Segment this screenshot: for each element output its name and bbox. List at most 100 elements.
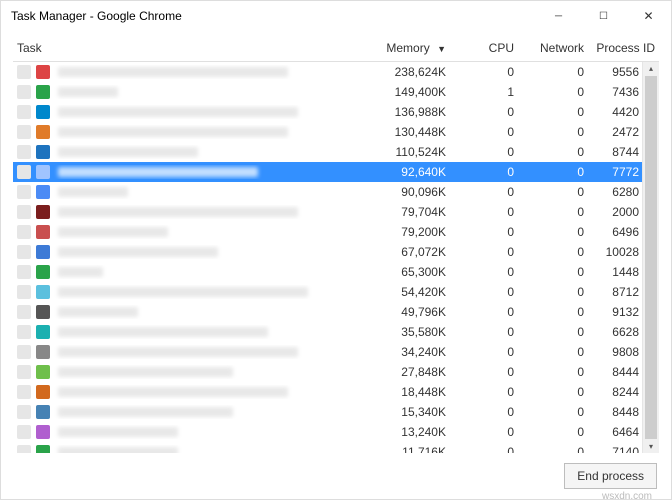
task-name xyxy=(58,207,298,217)
table-row[interactable]: 65,300K001448 xyxy=(13,262,659,282)
mem-value: 79,704K xyxy=(364,205,454,219)
task-name xyxy=(58,307,138,317)
table-row[interactable]: 13,240K006464 xyxy=(13,422,659,442)
cpu-value: 0 xyxy=(454,165,514,179)
task-name xyxy=(58,167,258,177)
table-row[interactable]: 67,072K0010028 xyxy=(13,242,659,262)
favicon xyxy=(36,205,50,219)
favicon xyxy=(36,225,50,239)
cpu-value: 0 xyxy=(454,365,514,379)
net-value: 0 xyxy=(514,225,584,239)
cpu-value: 0 xyxy=(454,405,514,419)
favicon xyxy=(36,445,50,453)
table-row[interactable]: 54,420K008712 xyxy=(13,282,659,302)
page-icon xyxy=(17,85,31,99)
page-icon xyxy=(17,65,31,79)
page-icon xyxy=(17,165,31,179)
net-value: 0 xyxy=(514,245,584,259)
maximize-button[interactable]: ☐ xyxy=(581,1,626,31)
net-value: 0 xyxy=(514,65,584,79)
column-headers: Task Memory ▼ CPU Network Process ID xyxy=(13,41,659,62)
minimize-button[interactable]: ─ xyxy=(536,1,581,31)
page-icon xyxy=(17,185,31,199)
table-row[interactable]: 136,988K004420 xyxy=(13,102,659,122)
table-row[interactable]: 49,796K009132 xyxy=(13,302,659,322)
page-icon xyxy=(17,245,31,259)
task-name xyxy=(58,347,298,357)
favicon xyxy=(36,285,50,299)
header-process-id[interactable]: Process ID xyxy=(584,41,659,55)
cpu-value: 0 xyxy=(454,325,514,339)
cpu-value: 0 xyxy=(454,105,514,119)
table-row[interactable]: 18,448K008244 xyxy=(13,382,659,402)
table-row[interactable]: 11,716K007140 xyxy=(13,442,659,453)
task-name xyxy=(58,107,298,117)
table-row[interactable]: 149,400K107436 xyxy=(13,82,659,102)
scroll-up-icon[interactable]: ▴ xyxy=(649,64,653,73)
net-value: 0 xyxy=(514,365,584,379)
table-row[interactable]: 90,096K006280 xyxy=(13,182,659,202)
cpu-value: 0 xyxy=(454,145,514,159)
favicon xyxy=(36,265,50,279)
cpu-value: 0 xyxy=(454,225,514,239)
page-icon xyxy=(17,445,31,453)
task-name xyxy=(58,147,198,157)
table-row[interactable]: 79,200K006496 xyxy=(13,222,659,242)
net-value: 0 xyxy=(514,445,584,453)
task-name xyxy=(58,187,128,197)
cpu-value: 0 xyxy=(454,265,514,279)
favicon xyxy=(36,65,50,79)
scrollbar[interactable]: ▴ ▾ xyxy=(642,62,659,453)
net-value: 0 xyxy=(514,205,584,219)
mem-value: 13,240K xyxy=(364,425,454,439)
table-row[interactable]: 34,240K009808 xyxy=(13,342,659,362)
header-task[interactable]: Task xyxy=(13,41,364,55)
cpu-value: 1 xyxy=(454,85,514,99)
net-value: 0 xyxy=(514,325,584,339)
favicon xyxy=(36,245,50,259)
close-button[interactable]: ✕ xyxy=(626,1,671,31)
page-icon xyxy=(17,325,31,339)
task-name xyxy=(58,327,268,337)
favicon xyxy=(36,365,50,379)
header-memory[interactable]: Memory ▼ xyxy=(364,41,454,55)
net-value: 0 xyxy=(514,285,584,299)
task-name xyxy=(58,67,288,77)
mem-value: 54,420K xyxy=(364,285,454,299)
page-icon xyxy=(17,105,31,119)
cpu-value: 0 xyxy=(454,425,514,439)
sort-desc-icon: ▼ xyxy=(437,44,446,54)
net-value: 0 xyxy=(514,405,584,419)
mem-value: 35,580K xyxy=(364,325,454,339)
task-name xyxy=(58,367,233,377)
page-icon xyxy=(17,225,31,239)
end-process-button[interactable]: End process xyxy=(564,463,657,489)
scroll-down-icon[interactable]: ▾ xyxy=(649,442,653,451)
mem-value: 67,072K xyxy=(364,245,454,259)
titlebar[interactable]: Task Manager - Google Chrome ─ ☐ ✕ xyxy=(1,1,671,31)
page-icon xyxy=(17,385,31,399)
table-row[interactable]: 15,340K008448 xyxy=(13,402,659,422)
net-value: 0 xyxy=(514,345,584,359)
table-row[interactable]: 238,624K009556 xyxy=(13,62,659,82)
cpu-value: 0 xyxy=(454,285,514,299)
cpu-value: 0 xyxy=(454,65,514,79)
net-value: 0 xyxy=(514,125,584,139)
mem-value: 18,448K xyxy=(364,385,454,399)
header-cpu[interactable]: CPU xyxy=(454,41,514,55)
table-row[interactable]: 35,580K006628 xyxy=(13,322,659,342)
task-name xyxy=(58,227,168,237)
table-row[interactable]: 27,848K008444 xyxy=(13,362,659,382)
cpu-value: 0 xyxy=(454,445,514,453)
scroll-thumb[interactable] xyxy=(645,76,657,439)
net-value: 0 xyxy=(514,165,584,179)
table-row[interactable]: 92,640K007772 xyxy=(13,162,659,182)
table-row[interactable]: 110,524K008744 xyxy=(13,142,659,162)
table-row[interactable]: 79,704K002000 xyxy=(13,202,659,222)
table-row[interactable]: 130,448K002472 xyxy=(13,122,659,142)
header-network[interactable]: Network xyxy=(514,41,584,55)
process-list[interactable]: 238,624K009556149,400K107436136,988K0044… xyxy=(13,62,659,453)
favicon xyxy=(36,305,50,319)
mem-value: 149,400K xyxy=(364,85,454,99)
mem-value: 11,716K xyxy=(364,445,454,453)
